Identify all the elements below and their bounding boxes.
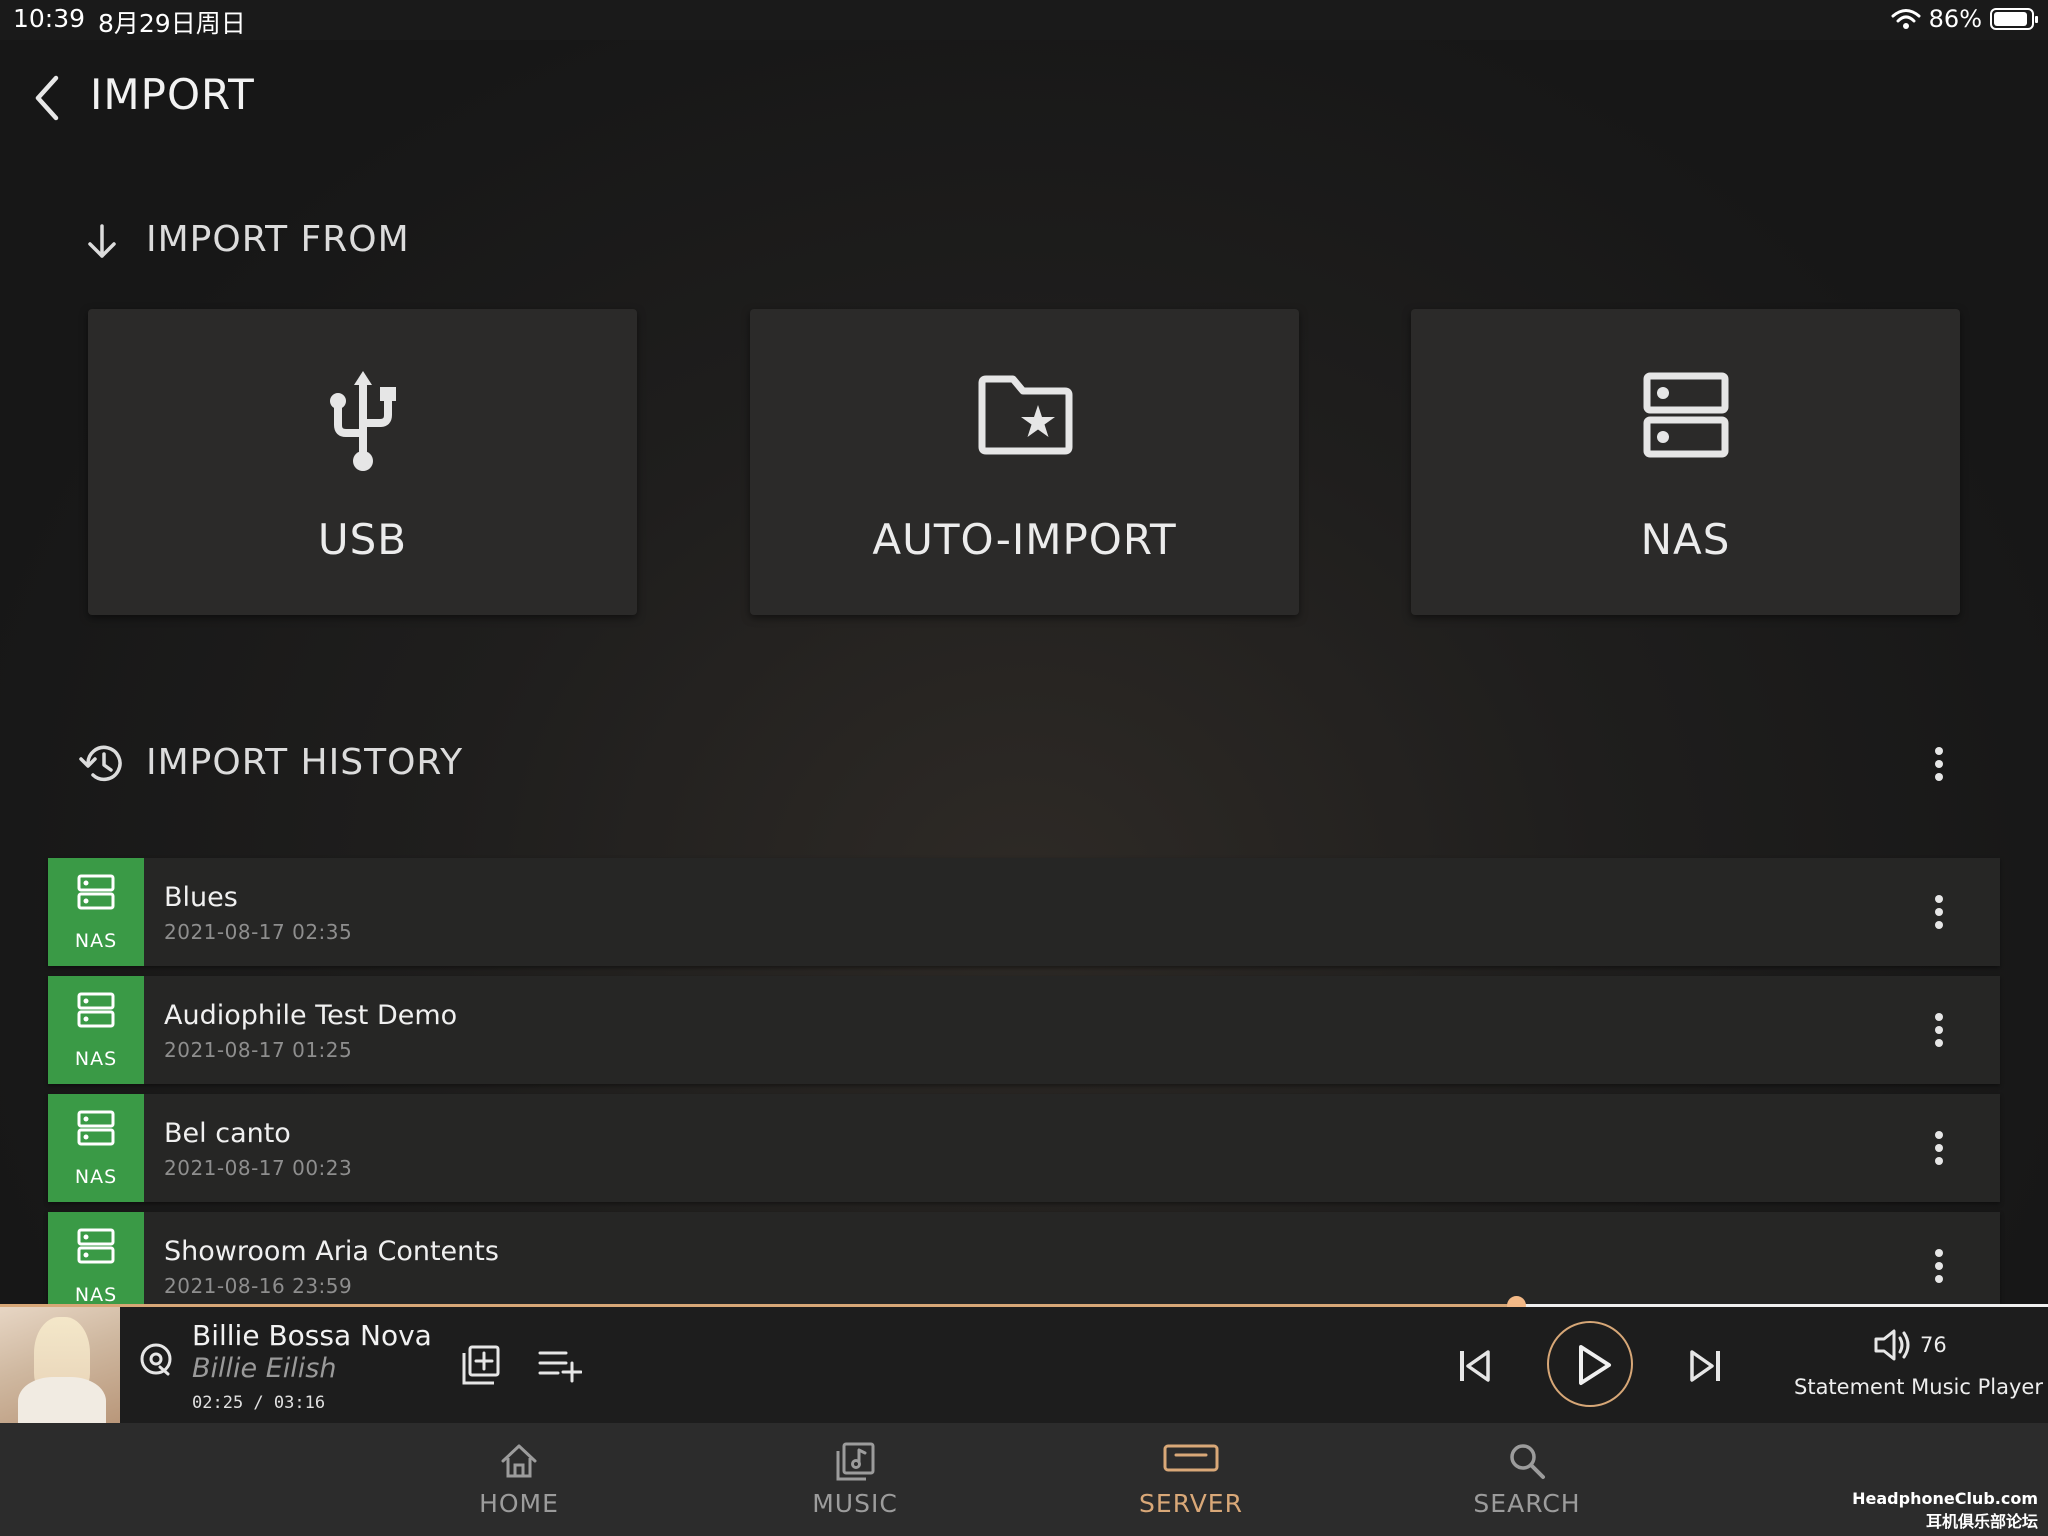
usb-label: USB xyxy=(317,515,408,564)
home-icon xyxy=(501,1444,537,1478)
nav-search[interactable]: SEARCH xyxy=(1427,1423,1627,1536)
disc-icon[interactable] xyxy=(138,1341,174,1377)
row-more-button[interactable] xyxy=(1924,1005,1954,1055)
row-more-button[interactable] xyxy=(1924,1241,1954,1291)
history-icon xyxy=(79,745,122,782)
add-to-library-icon[interactable] xyxy=(458,1343,502,1387)
server-icon xyxy=(1163,1444,1219,1472)
nav-home-label: HOME xyxy=(479,1489,559,1518)
time-readout: 02:25 / 03:16 xyxy=(192,1393,326,1413)
nas-badge: NAS xyxy=(48,1212,144,1304)
nav-server-label: SERVER xyxy=(1139,1489,1243,1518)
download-arrow-icon xyxy=(88,224,116,258)
play-icon xyxy=(1579,1345,1611,1385)
badge-label: NAS xyxy=(74,1048,118,1070)
row-date: 2021-08-17 01:25 xyxy=(164,1038,353,1062)
auto-import-label: AUTO-IMPORT xyxy=(872,515,1177,564)
watermark-line2: 耳机俱乐部论坛 xyxy=(1925,1512,2038,1531)
nav-search-label: SEARCH xyxy=(1473,1489,1581,1518)
import-auto-import-tile[interactable]: AUTO-IMPORT xyxy=(750,309,1299,615)
nas-icon xyxy=(77,874,115,910)
bottom-navigation: HOME MUSIC SERVER SEARCH HeadphoneClub.c… xyxy=(0,1423,2048,1536)
add-to-queue-icon[interactable] xyxy=(538,1347,582,1383)
nas-icon xyxy=(1643,372,1728,458)
badge-label: NAS xyxy=(74,1166,118,1188)
import-nas-tile[interactable]: NAS xyxy=(1411,309,1960,615)
folder-star-icon xyxy=(978,375,1072,455)
row-date: 2021-08-17 00:23 xyxy=(164,1156,353,1180)
history-row[interactable]: NAS Bel canto 2021-08-17 00:23 xyxy=(48,1094,2000,1202)
row-title: Bel canto xyxy=(164,1118,291,1149)
volume-level: 76 xyxy=(1920,1333,1947,1357)
now-playing-bar: Billie Bossa Nova Billie Eilish 02:25 / … xyxy=(0,1307,2048,1423)
status-date: 8月29日周日 xyxy=(98,9,246,38)
import-from-title: IMPORT FROM xyxy=(146,219,410,260)
history-more-button[interactable] xyxy=(1924,739,1954,789)
battery-percent: 86% xyxy=(1928,5,1982,33)
page-title: IMPORT xyxy=(90,70,255,119)
music-library-icon xyxy=(836,1442,875,1481)
nav-music-label: MUSIC xyxy=(812,1489,898,1518)
watermark: HeadphoneClub.com 耳机俱乐部论坛 xyxy=(1852,1489,2038,1532)
volume-icon[interactable] xyxy=(1872,1327,1912,1363)
row-title: Blues xyxy=(164,882,238,913)
import-usb-tile[interactable]: USB xyxy=(88,309,637,615)
nas-icon xyxy=(77,992,115,1028)
watermark-line1: HeadphoneClub.com xyxy=(1852,1489,2038,1508)
next-track-icon[interactable] xyxy=(1686,1347,1724,1385)
nas-icon xyxy=(77,1228,115,1264)
status-bar: 10:39 8月29日周日 86% xyxy=(0,0,2048,40)
back-icon[interactable] xyxy=(28,72,68,124)
nas-badge: NAS xyxy=(48,976,144,1084)
row-more-button[interactable] xyxy=(1924,887,1954,937)
nas-badge: NAS xyxy=(48,858,144,966)
nav-music[interactable]: MUSIC xyxy=(755,1423,955,1536)
wifi-icon xyxy=(1891,9,1921,29)
history-row[interactable]: NAS Blues 2021-08-17 02:35 xyxy=(48,858,2000,966)
song-title: Billie Bossa Nova xyxy=(192,1319,432,1352)
row-date: 2021-08-17 02:35 xyxy=(164,920,353,944)
battery-icon xyxy=(1990,8,2038,30)
nas-label: NAS xyxy=(1640,515,1731,564)
output-device[interactable]: Statement Music Player xyxy=(1794,1375,2043,1399)
badge-label: NAS xyxy=(74,1284,118,1304)
search-icon xyxy=(1510,1444,1545,1479)
row-date: 2021-08-16 23:59 xyxy=(164,1274,353,1298)
badge-label: NAS xyxy=(74,930,118,952)
row-title: Showroom Aria Contents xyxy=(164,1236,499,1267)
history-row[interactable]: NAS Showroom Aria Contents 2021-08-16 23… xyxy=(48,1212,2000,1304)
nav-server[interactable]: SERVER xyxy=(1091,1423,1291,1536)
row-title: Audiophile Test Demo xyxy=(164,1000,458,1031)
nav-home[interactable]: HOME xyxy=(419,1423,619,1536)
status-indicators: 86% xyxy=(1891,5,2038,33)
status-time: 10:39 xyxy=(13,4,86,33)
nas-icon xyxy=(77,1110,115,1146)
play-button[interactable] xyxy=(1547,1321,1633,1407)
history-row[interactable]: NAS Audiophile Test Demo 2021-08-17 01:2… xyxy=(48,976,2000,1084)
row-more-button[interactable] xyxy=(1924,1123,1954,1173)
artist-name: Billie Eilish xyxy=(192,1353,337,1384)
usb-icon xyxy=(329,371,396,471)
previous-track-icon[interactable] xyxy=(1456,1347,1494,1385)
nas-badge: NAS xyxy=(48,1094,144,1202)
import-history-title: IMPORT HISTORY xyxy=(146,742,464,783)
album-art[interactable] xyxy=(0,1307,120,1423)
